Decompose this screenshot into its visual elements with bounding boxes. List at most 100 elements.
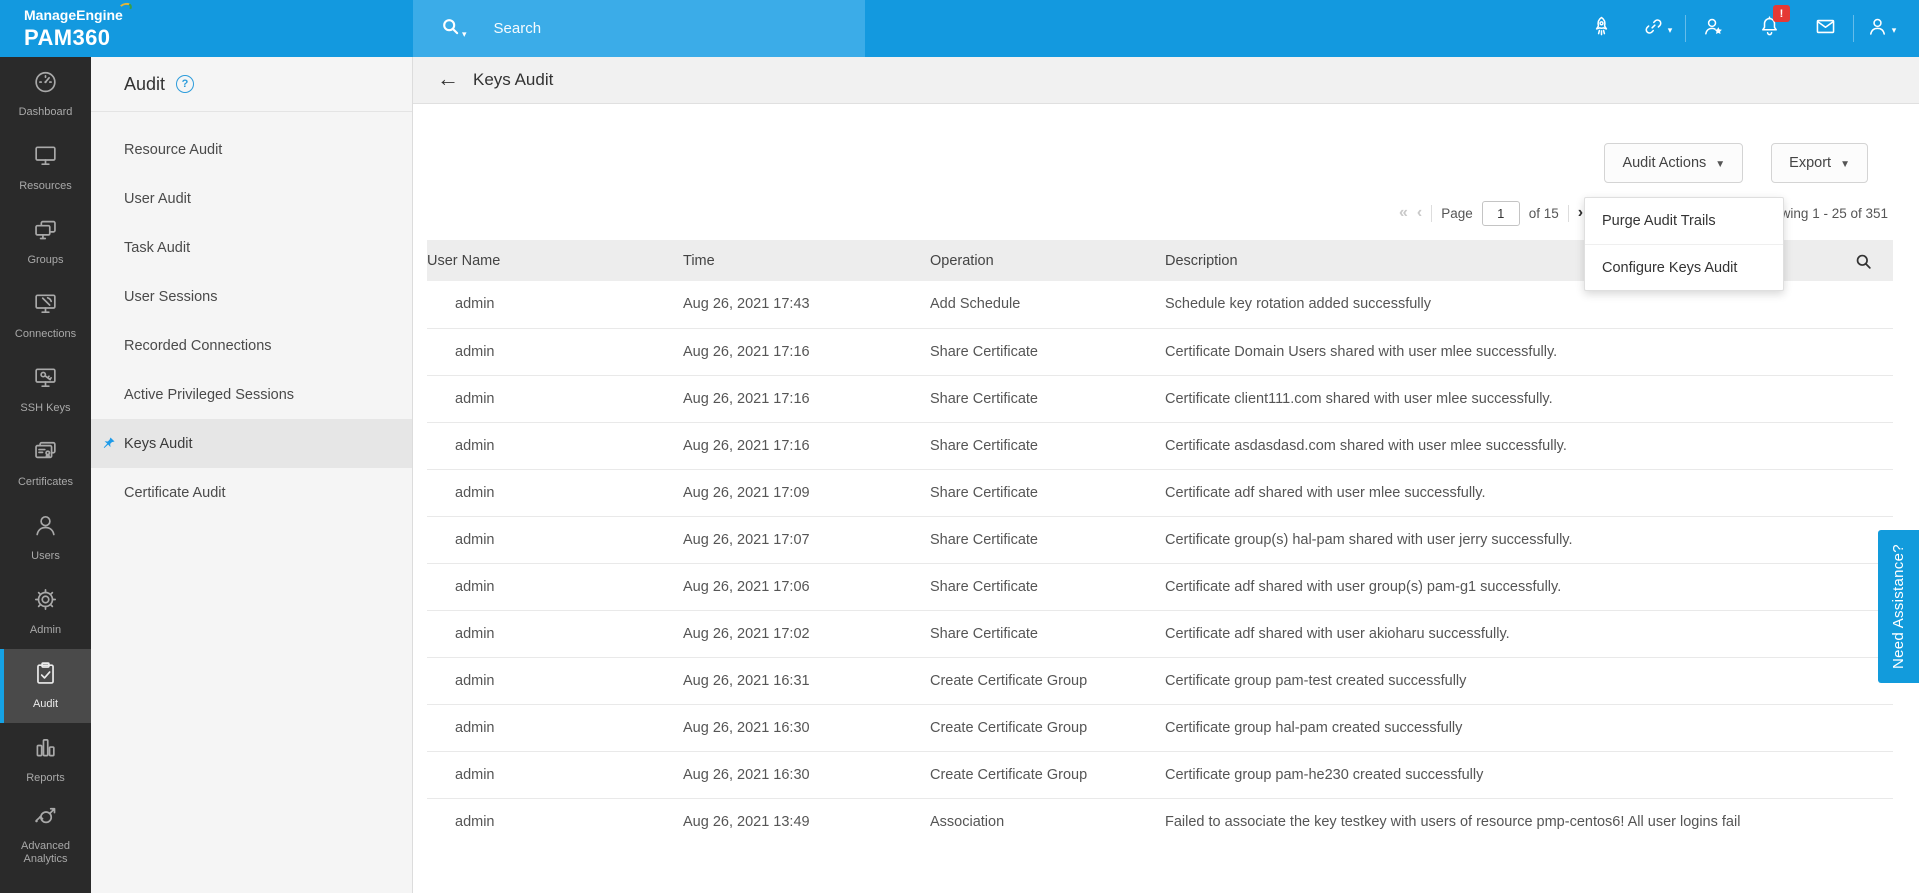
cell-description: Certificate group hal-pam created succes… [1165,704,1893,751]
cell-time: Aug 26, 2021 17:16 [683,328,930,375]
main-content: ← Keys Audit Audit Actions ▼ Export ▼ « … [413,57,1919,893]
column-header-operation[interactable]: Operation [930,240,1165,281]
audit-menu-item-keys-audit[interactable]: Keys Audit [91,419,412,468]
cell-time: Aug 26, 2021 16:31 [683,657,930,704]
first-page-button[interactable]: « [1399,205,1408,221]
audit-table: User NameTimeOperationDescription admin … [427,240,1893,832]
audit-table-container: User NameTimeOperationDescription admin … [427,240,1893,832]
cell-description: Certificate adf shared with user mlee su… [1165,469,1893,516]
cell-time: Aug 26, 2021 16:30 [683,751,930,798]
audit-actions-menu: Purge Audit Trails Configure Keys Audit [1584,197,1784,291]
topbar-icon-user-star[interactable] [1685,0,1741,57]
audit-menu-item-active-privileged-sessions[interactable]: Active Privileged Sessions [91,370,412,419]
sidebar-item-reports[interactable]: Reports [0,723,91,797]
page-input[interactable] [1482,201,1520,226]
cell-user-name: admin [427,704,683,751]
search-scope-toggle[interactable]: ▾ [440,16,467,42]
sidebar-item-dashboard[interactable]: Dashboard [0,57,91,131]
reports-icon [32,734,59,766]
page-header: ← Keys Audit [413,57,1919,104]
sidebar-item-label: Audit [31,698,60,711]
groups-icon [32,216,59,248]
cell-user-name: admin [427,281,683,328]
cell-operation: Share Certificate [930,469,1165,516]
audit-menu-item-resource-audit[interactable]: Resource Audit [91,125,412,174]
dashboard-icon [32,68,59,100]
audit-menu-item-recorded-connections[interactable]: Recorded Connections [91,321,412,370]
audit-actions-button[interactable]: Audit Actions ▼ [1604,143,1743,183]
cell-description: Certificate asdasdasd.com shared with us… [1165,422,1893,469]
next-page-button[interactable]: › [1578,205,1583,221]
topbar: ManageEngine PAM360 ▾ [0,0,1919,57]
sidebar-item-audit[interactable]: Audit [0,649,91,723]
audit-menu-item-label: Resource Audit [124,142,222,158]
sidebar-item-label: Dashboard [17,106,75,119]
menu-item-purge-audit-trails[interactable]: Purge Audit Trails [1585,198,1783,244]
audit-menu-item-label: User Audit [124,191,191,207]
brand-name: ManageEngine [24,8,123,22]
cell-time: Aug 26, 2021 17:16 [683,422,930,469]
audit-sidebar-list: Resource Audit User Audit Task Audit [91,112,412,517]
column-header-time[interactable]: Time [683,240,930,281]
cell-description: Certificate adf shared with user akiohar… [1165,610,1893,657]
audit-menu-item-task-audit[interactable]: Task Audit [91,223,412,272]
sidebar-item-label: Certificates [16,476,75,489]
user-star-icon [1702,15,1725,43]
cell-user-name: admin [427,469,683,516]
sidebar-item-label: SSH Keys [18,402,72,415]
topbar-icon-mail[interactable] [1797,0,1853,57]
pin-icon [102,436,116,454]
audit-menu-item-certificate-audit[interactable]: Certificate Audit [91,468,412,517]
sidebar-item-connections[interactable]: Connections [0,279,91,353]
sidebar-item-groups[interactable]: Groups [0,205,91,279]
sidebar-item-users[interactable]: Users [0,501,91,575]
topbar-icon-account[interactable] [1853,0,1909,57]
table-body: admin Aug 26, 2021 17:43 Add Schedule Sc… [427,281,1893,832]
cell-description: Certificate adf shared with user group(s… [1165,563,1893,610]
back-arrow-icon[interactable]: ← [437,68,459,90]
topbar-icons: ! [1573,0,1909,57]
search-icon [440,16,461,42]
audit-sidebar: Audit ? Resource Audit User Audit [91,57,413,893]
cell-description: Certificate client111.com shared with us… [1165,375,1893,422]
brand-product: PAM360 [24,27,123,49]
audit-menu-item-user-audit[interactable]: User Audit [91,174,412,223]
brand-logo[interactable]: ManageEngine PAM360 [24,8,123,49]
cell-description: Failed to associate the key testkey with… [1165,798,1893,832]
sidebar-item-ssh-keys[interactable]: SSH Keys [0,353,91,427]
audit-actions-label: Audit Actions [1622,155,1706,171]
audit-menu-item-label: Recorded Connections [124,338,272,354]
column-header-user-name[interactable]: User Name [427,240,683,281]
audit-menu-item-user-sessions[interactable]: User Sessions [91,272,412,321]
sidebar-item-certificates[interactable]: Certificates [0,427,91,501]
sidebar-item-advanced-analytics[interactable]: Advanced Analytics [0,797,91,871]
divider [1431,205,1432,222]
prev-page-button[interactable]: ‹ [1417,205,1422,221]
table-row: admin Aug 26, 2021 17:02 Share Certifica… [427,610,1893,657]
audit-sidebar-title: Audit [124,74,165,95]
cell-time: Aug 26, 2021 17:43 [683,281,930,328]
sidebar-item-resources[interactable]: Resources [0,131,91,205]
toolbar: Audit Actions ▼ Export ▼ [1604,143,1868,183]
need-assistance-tab[interactable]: Need Assistance? [1878,530,1919,683]
table-row: admin Aug 26, 2021 17:07 Share Certifica… [427,516,1893,563]
cell-time: Aug 26, 2021 13:49 [683,798,930,832]
sidebar-item-admin[interactable]: Admin [0,575,91,649]
topbar-icon-rocket[interactable] [1573,0,1629,57]
table-row: admin Aug 26, 2021 17:06 Share Certifica… [427,563,1893,610]
sidebar-item-label: Admin [28,624,63,637]
audit-sidebar-header: Audit ? [91,57,412,112]
search-input[interactable] [494,20,847,37]
help-icon[interactable]: ? [176,75,194,93]
admin-icon [32,586,59,618]
connections-icon [32,290,59,322]
export-button[interactable]: Export ▼ [1771,143,1868,183]
global-search: ▾ [413,0,865,57]
cell-user-name: admin [427,798,683,832]
table-search-icon[interactable] [1854,252,1873,276]
topbar-icon-link[interactable] [1629,0,1685,57]
page-label: Page [1441,206,1473,221]
cell-operation: Association [930,798,1165,832]
menu-item-configure-keys-audit[interactable]: Configure Keys Audit [1585,244,1783,290]
topbar-icon-notifications[interactable]: ! [1741,0,1797,57]
